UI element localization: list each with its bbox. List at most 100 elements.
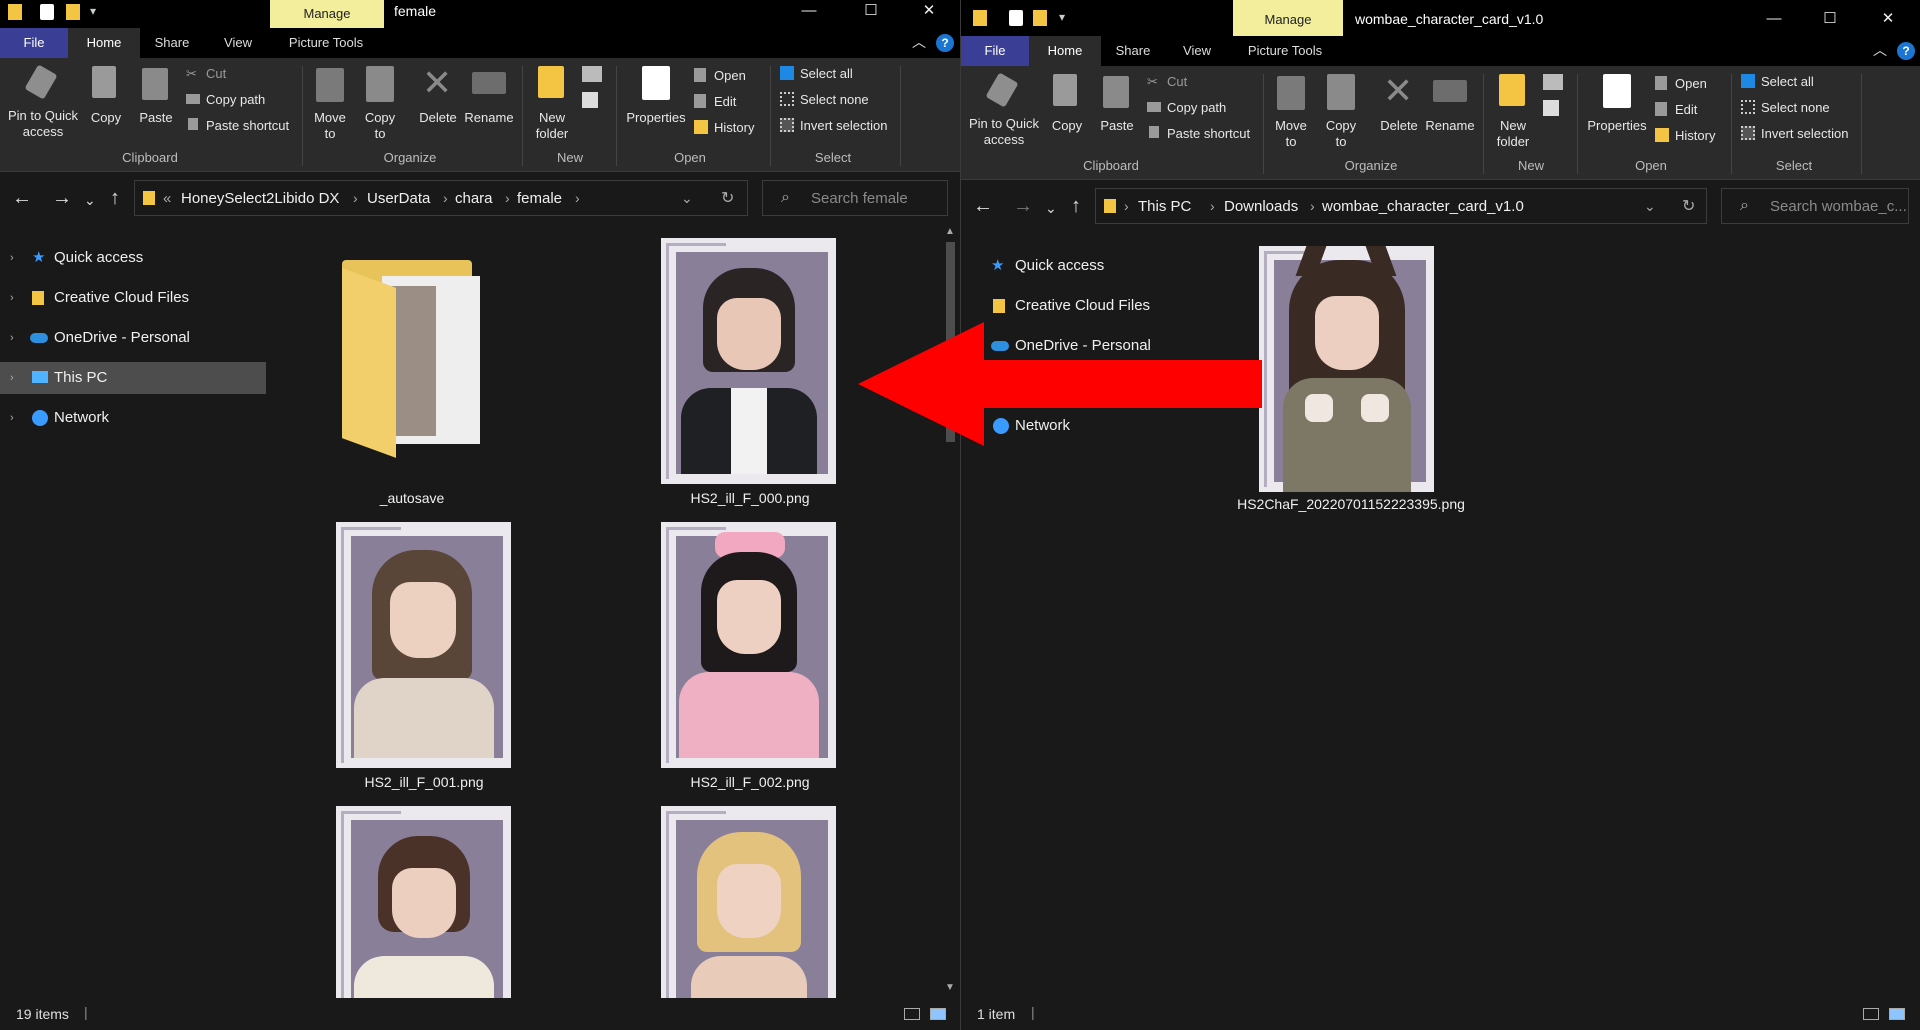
tab-view[interactable]: View [1167, 36, 1227, 66]
expand-icon[interactable]: › [10, 282, 14, 314]
image-thumbnail[interactable] [336, 806, 511, 998]
address-bar[interactable]: « HoneySelect2Libido DX › UserData › cha… [134, 180, 748, 216]
open-button[interactable]: Open [1675, 76, 1707, 92]
new-folder-button[interactable]: New folder [528, 110, 576, 142]
qat-dropdown-icon[interactable]: ▾ [90, 4, 96, 18]
new-item-icon[interactable] [1543, 74, 1563, 90]
breadcrumb-item[interactable]: chara [455, 190, 493, 207]
properties-qat-icon[interactable] [40, 4, 54, 20]
paste-button[interactable]: Paste [136, 110, 176, 126]
breadcrumb-item[interactable]: female [517, 190, 562, 207]
search-box[interactable]: ⌕ Search wombae_c... [1721, 188, 1909, 224]
expand-icon[interactable]: › [10, 402, 14, 434]
pin-to-quick-access-button[interactable]: Pin to Quick access [965, 116, 1043, 148]
tab-file[interactable]: File [961, 36, 1029, 66]
image-thumbnail[interactable] [661, 806, 836, 998]
details-view-icon[interactable] [1863, 1008, 1879, 1020]
file-name[interactable]: _autosave [292, 490, 532, 506]
nav-item-quick-access[interactable]: › ★ Quick access [0, 242, 266, 274]
copy-path-button[interactable]: Copy path [206, 92, 265, 108]
tab-file[interactable]: File [0, 28, 68, 58]
tab-home[interactable]: Home [1029, 36, 1101, 66]
select-none-button[interactable]: Select none [800, 92, 869, 108]
address-bar[interactable]: › This PC › Downloads › wombae_character… [1095, 188, 1707, 224]
easy-access-icon[interactable] [582, 92, 598, 108]
breadcrumb-item[interactable]: UserData [367, 190, 430, 207]
breadcrumb-overflow[interactable]: « [163, 190, 171, 207]
back-button[interactable]: ← [973, 194, 993, 218]
search-input[interactable]: Search wombae_c... [1770, 198, 1907, 215]
forward-button[interactable]: → [52, 186, 72, 210]
nav-item-network[interactable]: › Network [0, 402, 266, 434]
new-folder-qat-icon[interactable] [1033, 10, 1047, 26]
move-to-button[interactable]: Move to [1269, 118, 1313, 150]
copy-to-button[interactable]: Copy to [1319, 118, 1363, 150]
large-icons-view-icon[interactable] [1889, 1008, 1905, 1020]
history-button[interactable]: History [714, 120, 754, 136]
paste-shortcut-button[interactable]: Paste shortcut [206, 118, 289, 134]
copy-button[interactable]: Copy [1047, 118, 1087, 134]
search-box[interactable]: ⌕ Search female [762, 180, 948, 216]
forward-button[interactable]: → [1013, 194, 1033, 218]
maximize-button[interactable]: ☐ [848, 0, 894, 22]
nav-item-this-pc[interactable]: › This PC [0, 362, 266, 394]
expand-icon[interactable]: › [10, 362, 14, 394]
edit-button[interactable]: Edit [1675, 102, 1697, 118]
invert-selection-button[interactable]: Invert selection [800, 118, 887, 134]
tab-share[interactable]: Share [140, 28, 204, 58]
breadcrumb-item[interactable]: wombae_character_card_v1.0 [1322, 198, 1524, 215]
image-thumbnail[interactable] [1259, 246, 1434, 492]
nav-item-creative-cloud[interactable]: Creative Cloud Files [961, 290, 1227, 322]
manage-tab[interactable]: Manage [1233, 0, 1343, 36]
invert-selection-button[interactable]: Invert selection [1761, 126, 1848, 142]
nav-item-creative-cloud[interactable]: › Creative Cloud Files [0, 282, 266, 314]
chevron-down-icon[interactable]: ⌄ [1644, 198, 1656, 215]
recent-locations-icon[interactable]: ⌄ [1045, 196, 1057, 220]
chevron-right-icon[interactable]: › [353, 190, 358, 206]
copy-path-button[interactable]: Copy path [1167, 100, 1226, 116]
recent-locations-icon[interactable]: ⌄ [84, 188, 96, 212]
tab-picture-tools[interactable]: Picture Tools [272, 28, 380, 58]
tab-view[interactable]: View [208, 28, 268, 58]
breadcrumb-item[interactable]: This PC [1138, 198, 1191, 215]
paste-button[interactable]: Paste [1097, 118, 1137, 134]
file-name[interactable]: HS2_ill_F_001.png [304, 774, 544, 790]
refresh-icon[interactable]: ↻ [721, 188, 734, 208]
help-icon[interactable]: ? [936, 34, 954, 52]
qat-dropdown-icon[interactable]: ▾ [1059, 10, 1065, 24]
new-folder-qat-icon[interactable] [66, 4, 80, 20]
rename-button[interactable]: Rename [1425, 118, 1475, 134]
select-none-button[interactable]: Select none [1761, 100, 1830, 116]
chevron-right-icon[interactable]: › [443, 190, 448, 206]
nav-item-onedrive[interactable]: › OneDrive - Personal [0, 322, 266, 354]
maximize-button[interactable]: ☐ [1807, 8, 1853, 30]
copy-to-button[interactable]: Copy to [358, 110, 402, 142]
select-all-button[interactable]: Select all [800, 66, 853, 82]
search-input[interactable]: Search female [811, 190, 908, 207]
copy-button[interactable]: Copy [86, 110, 126, 126]
close-button[interactable]: ✕ [906, 0, 952, 22]
properties-button[interactable]: Properties [622, 110, 690, 126]
breadcrumb-item[interactable]: HoneySelect2Libido DX [181, 190, 339, 207]
properties-button[interactable]: Properties [1583, 118, 1651, 134]
folder-thumbnail[interactable] [342, 260, 482, 460]
image-thumbnail[interactable] [661, 522, 836, 768]
cut-button[interactable]: Cut [1167, 74, 1187, 90]
select-all-button[interactable]: Select all [1761, 74, 1814, 90]
close-button[interactable]: ✕ [1865, 8, 1911, 30]
move-to-button[interactable]: Move to [308, 110, 352, 142]
rename-button[interactable]: Rename [464, 110, 514, 126]
tab-picture-tools[interactable]: Picture Tools [1231, 36, 1339, 66]
pin-to-quick-access-button[interactable]: Pin to Quick access [4, 108, 82, 140]
scroll-down-icon[interactable]: ▼ [945, 982, 955, 993]
breadcrumb-item[interactable]: Downloads [1224, 198, 1298, 215]
chevron-right-icon[interactable]: › [505, 190, 510, 206]
refresh-icon[interactable]: ↻ [1682, 196, 1695, 216]
up-button[interactable]: ↑ [1071, 194, 1081, 218]
details-view-icon[interactable] [904, 1008, 920, 1020]
file-name[interactable]: HS2_ill_F_002.png [630, 774, 870, 790]
chevron-right-icon[interactable]: › [1310, 198, 1315, 214]
file-name[interactable]: HS2_ill_F_000.png [630, 490, 870, 506]
properties-qat-icon[interactable] [1009, 10, 1023, 26]
nav-item-quick-access[interactable]: ★ Quick access [961, 250, 1227, 282]
